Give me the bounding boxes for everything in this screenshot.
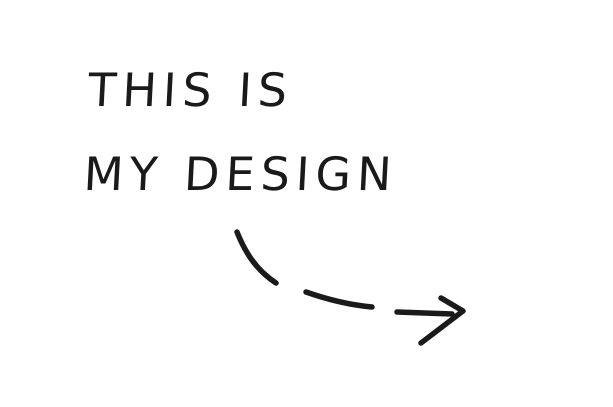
arrow-head — [418, 295, 466, 346]
arrow-dash-2 — [303, 289, 375, 310]
arrow-dash-3 — [394, 309, 455, 317]
arrow-dash-1 — [234, 229, 279, 286]
sketch-canvas: THIS IS MY DESIGN — [0, 0, 613, 407]
dashed-curved-arrow-icon — [234, 229, 466, 346]
